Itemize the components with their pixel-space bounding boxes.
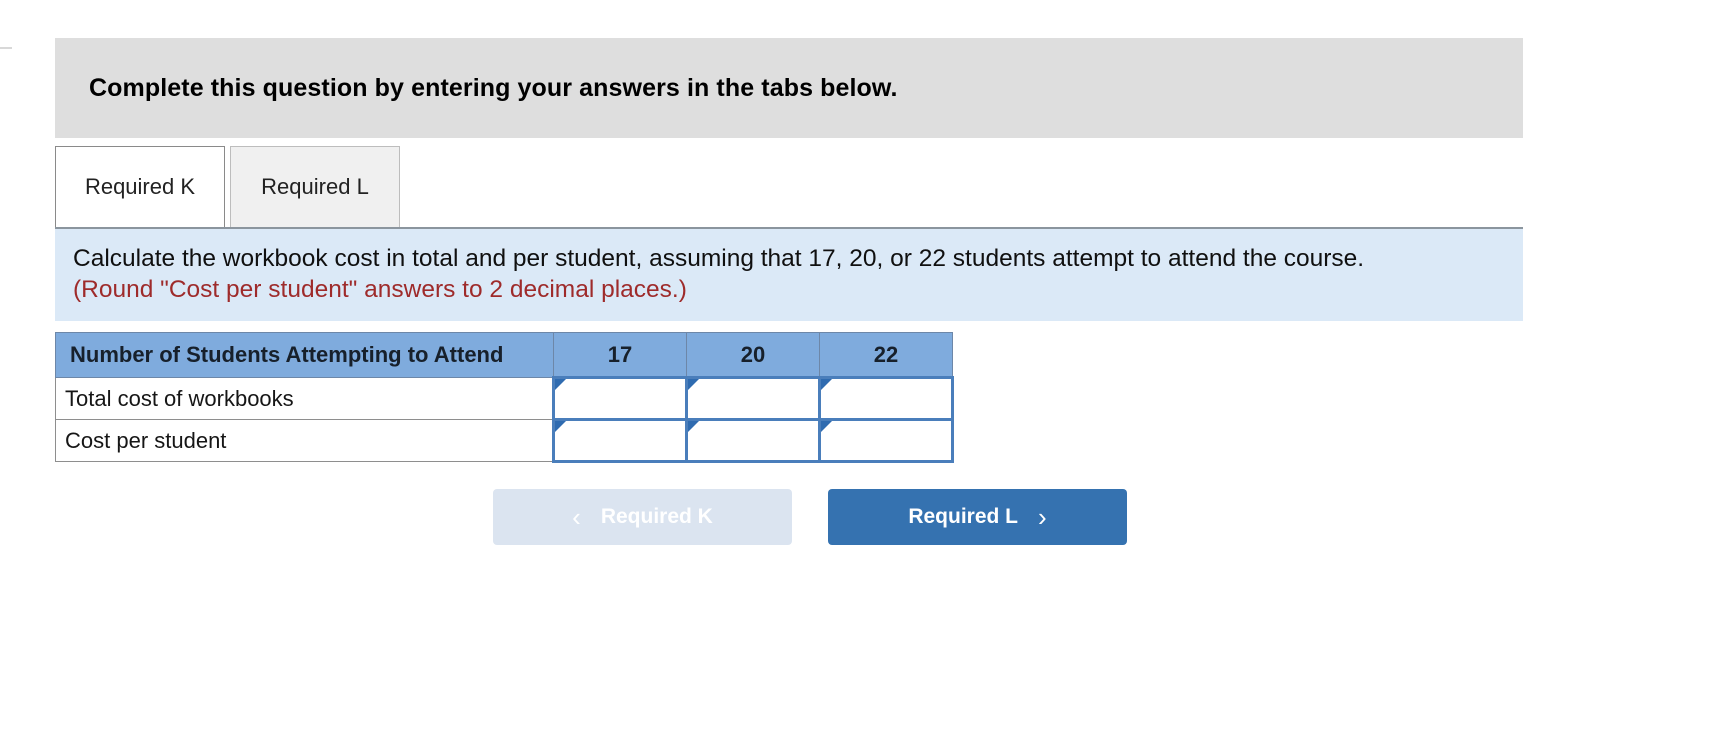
tab-required-k[interactable]: Required K — [55, 146, 225, 227]
next-required-l-button[interactable]: Required L › — [828, 489, 1127, 545]
tab-required-l-label: Required L — [261, 174, 369, 199]
next-button-label: Required L — [908, 505, 1018, 528]
cell-flag-icon — [688, 379, 699, 390]
input-total-cost-22[interactable] — [821, 379, 951, 418]
instruction-rounding-note: (Round "Cost per student" answers to 2 d… — [73, 276, 687, 303]
header-count-17: 17 — [553, 332, 687, 378]
answer-cell-total-20[interactable] — [685, 376, 821, 421]
question-panel: Complete this question by entering your … — [55, 38, 1523, 545]
answer-table-body: Total cost of workbooks Cost per student — [55, 376, 954, 463]
answer-cell-total-22[interactable] — [818, 376, 954, 421]
chevron-left-icon: ‹ — [572, 502, 581, 532]
tab-navigation: ‹ Required K Required L › — [55, 489, 1523, 545]
chevron-right-icon: › — [1038, 502, 1047, 532]
answer-table: Number of Students Attempting to Attend … — [55, 332, 954, 463]
table-row: Cost per student — [55, 418, 954, 463]
left-edge-mark — [0, 47, 12, 49]
cell-flag-icon — [688, 421, 699, 432]
tab-required-k-label: Required K — [84, 174, 196, 199]
banner-title: Complete this question by entering your … — [89, 73, 898, 102]
cell-flag-icon — [821, 421, 832, 432]
instruction-primary-text: Calculate the workbook cost in total and… — [73, 245, 1365, 272]
row-label-cost-per-student: Cost per student — [55, 419, 554, 462]
tab-bar: Required K Required L — [55, 138, 1523, 227]
input-cost-per-student-20[interactable] — [688, 421, 818, 460]
answer-table-head: Number of Students Attempting to Attend … — [55, 332, 953, 378]
answer-table-container: Number of Students Attempting to Attend … — [55, 332, 1523, 463]
answer-cell-per-student-17[interactable] — [552, 418, 688, 463]
input-cost-per-student-22[interactable] — [821, 421, 951, 460]
table-row: Total cost of workbooks — [55, 376, 954, 421]
cell-flag-icon — [555, 421, 566, 432]
input-total-cost-17[interactable] — [555, 379, 685, 418]
table-header-row: Number of Students Attempting to Attend … — [55, 332, 953, 378]
row-label-total-cost: Total cost of workbooks — [55, 377, 554, 420]
input-cost-per-student-17[interactable] — [555, 421, 685, 460]
answer-cell-per-student-20[interactable] — [685, 418, 821, 463]
prev-button-label: Required K — [600, 505, 713, 528]
prev-required-k-button[interactable]: ‹ Required K — [493, 489, 792, 545]
answer-cell-total-17[interactable] — [552, 376, 688, 421]
answer-cell-per-student-22[interactable] — [818, 418, 954, 463]
input-total-cost-20[interactable] — [688, 379, 818, 418]
cell-flag-icon — [555, 379, 566, 390]
task-instructions: Calculate the workbook cost in total and… — [55, 227, 1523, 321]
tab-required-l[interactable]: Required L — [230, 146, 400, 227]
header-count-20: 20 — [686, 332, 820, 378]
header-students-attempting: Number of Students Attempting to Attend — [55, 332, 554, 378]
instruction-banner: Complete this question by entering your … — [55, 38, 1523, 138]
header-count-22: 22 — [819, 332, 953, 378]
cell-flag-icon — [821, 379, 832, 390]
